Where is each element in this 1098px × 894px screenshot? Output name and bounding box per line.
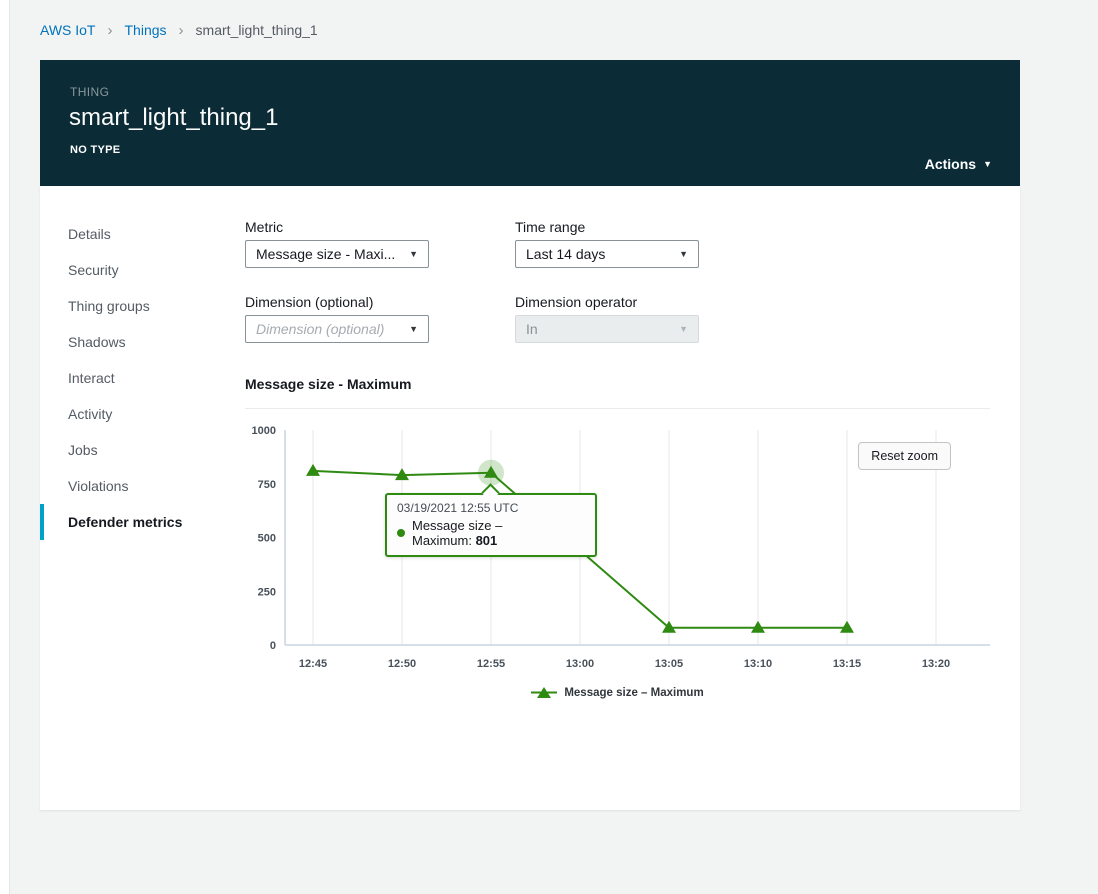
- time-range-select-value: Last 14 days: [526, 246, 605, 262]
- dimension-operator-value: In: [526, 321, 538, 337]
- actions-button[interactable]: Actions ▼: [925, 156, 992, 172]
- chevron-down-icon: ▼: [679, 325, 688, 334]
- breadcrumb-current-thing: smart_light_thing_1: [196, 22, 318, 38]
- metric-field: Metric Message size - Maxi... ▼: [245, 219, 515, 268]
- series-bullet-icon: [397, 529, 405, 537]
- sidebar-item-violations[interactable]: Violations: [40, 468, 245, 504]
- tooltip-value: 801: [476, 533, 498, 548]
- svg-text:0: 0: [270, 640, 276, 652]
- time-range-label: Time range: [515, 219, 785, 235]
- chart-title: Message size - Maximum: [245, 376, 412, 392]
- chevron-down-icon: ▼: [679, 250, 688, 259]
- svg-text:13:00: 13:00: [566, 658, 594, 670]
- svg-text:13:20: 13:20: [922, 658, 950, 670]
- sidebar-nav: Details Security Thing groups Shadows In…: [40, 186, 245, 540]
- time-range-field: Time range Last 14 days ▼: [515, 219, 785, 268]
- chart-title-divider: [245, 408, 990, 409]
- chevron-down-icon: ▼: [409, 325, 418, 334]
- legend-marker-icon: [531, 686, 557, 699]
- dimension-operator-select[interactable]: In ▼: [515, 315, 699, 343]
- sidebar-item-label: Security: [68, 262, 119, 278]
- svg-text:250: 250: [258, 586, 276, 598]
- tooltip-timestamp: 03/19/2021 12:55 UTC: [397, 501, 585, 515]
- sidebar-item-label: Shadows: [68, 334, 126, 350]
- page-left-gutter: [0, 0, 10, 894]
- sidebar-item-activity[interactable]: Activity: [40, 396, 245, 432]
- sidebar-item-label: Violations: [68, 478, 128, 494]
- breadcrumb-separator-icon: ›: [108, 22, 113, 39]
- sidebar-item-label: Thing groups: [68, 298, 150, 314]
- sidebar-item-label: Activity: [68, 406, 112, 422]
- sidebar-item-interact[interactable]: Interact: [40, 360, 245, 396]
- chart-legend: Message size – Maximum: [245, 686, 990, 699]
- svg-text:750: 750: [258, 479, 276, 491]
- sidebar-item-label: Interact: [68, 370, 115, 386]
- sidebar-item-label: Defender metrics: [68, 514, 182, 530]
- sidebar-item-shadows[interactable]: Shadows: [40, 324, 245, 360]
- metric-select[interactable]: Message size - Maxi... ▼: [245, 240, 429, 268]
- metric-label: Metric: [245, 219, 515, 235]
- page-title: smart_light_thing_1: [69, 104, 278, 132]
- time-range-select[interactable]: Last 14 days ▼: [515, 240, 699, 268]
- dimension-operator-field: Dimension operator In ▼: [515, 294, 785, 343]
- legend-item-message-size[interactable]: Message size – Maximum: [531, 686, 703, 699]
- sidebar-item-security[interactable]: Security: [40, 252, 245, 288]
- tooltip-series-label: Message size – Maximum: 801: [412, 518, 585, 548]
- sidebar-item-jobs[interactable]: Jobs: [40, 432, 245, 468]
- dimension-select-placeholder: Dimension (optional): [256, 321, 384, 337]
- thing-detail-panel: Details Security Thing groups Shadows In…: [40, 186, 1020, 810]
- svg-text:12:50: 12:50: [388, 658, 416, 670]
- breadcrumb: AWS IoT › Things › smart_light_thing_1: [40, 0, 318, 60]
- sidebar-item-label: Details: [68, 226, 111, 242]
- dimension-field: Dimension (optional) Dimension (optional…: [245, 294, 515, 343]
- thing-header: THING smart_light_thing_1 NO TYPE Action…: [40, 60, 1020, 186]
- chevron-down-icon: ▼: [983, 160, 992, 169]
- dimension-label: Dimension (optional): [245, 294, 515, 310]
- sidebar-item-details[interactable]: Details: [40, 216, 245, 252]
- svg-text:13:15: 13:15: [833, 658, 861, 670]
- metric-chart: 0 250 500 750 1000 12:45 12:50 12:55 13:00 13:05 1…: [245, 422, 990, 699]
- svg-text:1000: 1000: [252, 425, 276, 437]
- sidebar-item-defender-metrics[interactable]: Defender metrics: [40, 504, 245, 540]
- sidebar-item-label: Jobs: [68, 442, 98, 458]
- svg-text:500: 500: [258, 533, 276, 545]
- thing-type-label: NO TYPE: [70, 144, 120, 156]
- actions-button-label: Actions: [925, 156, 976, 172]
- reset-zoom-button[interactable]: Reset zoom: [858, 442, 951, 470]
- dimension-operator-label: Dimension operator: [515, 294, 785, 310]
- chevron-down-icon: ▼: [409, 250, 418, 259]
- thing-eyebrow-label: THING: [70, 85, 109, 99]
- dimension-select[interactable]: Dimension (optional) ▼: [245, 315, 429, 343]
- legend-label: Message size – Maximum: [564, 687, 703, 699]
- chart-tooltip: 03/19/2021 12:55 UTC Message size – Maxi…: [385, 493, 597, 557]
- sidebar-item-thing-groups[interactable]: Thing groups: [40, 288, 245, 324]
- svg-text:12:45: 12:45: [299, 658, 327, 670]
- defender-metrics-content: Metric Message size - Maxi... ▼ Time ran…: [245, 186, 990, 810]
- breadcrumb-link-things[interactable]: Things: [125, 22, 167, 38]
- breadcrumb-link-aws-iot[interactable]: AWS IoT: [40, 22, 96, 38]
- metric-select-value: Message size - Maxi...: [256, 246, 395, 262]
- svg-text:13:10: 13:10: [744, 658, 772, 670]
- svg-text:13:05: 13:05: [655, 658, 683, 670]
- svg-text:12:55: 12:55: [477, 658, 505, 670]
- breadcrumb-separator-icon: ›: [179, 22, 184, 39]
